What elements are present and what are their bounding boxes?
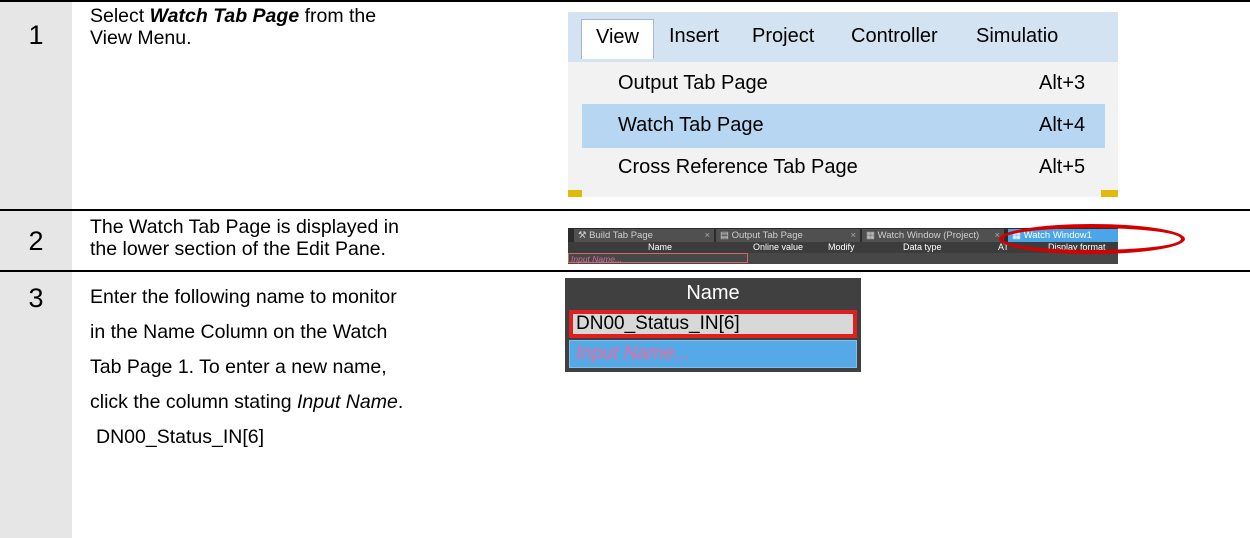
watch-icon: ▦ <box>866 230 878 241</box>
step-3-line-2: in the Name Column on the Watch <box>90 321 388 343</box>
step-number: 3 <box>28 283 44 313</box>
menu-item-shortcut: Alt+3 <box>1039 72 1086 94</box>
background-edge <box>568 190 582 197</box>
step-1-line-2: View Menu. <box>90 27 192 49</box>
tab-label: Output Tab Page <box>731 230 803 241</box>
column-online-value[interactable]: Online value <box>753 242 803 253</box>
menu-controller[interactable]: Controller <box>851 25 938 48</box>
tab-output[interactable]: ▤ Output Tab Page × <box>716 229 860 242</box>
close-icon[interactable]: × <box>704 229 710 242</box>
step-number: 2 <box>28 226 44 256</box>
background-edge <box>1101 190 1118 197</box>
menu-item-shortcut: Alt+4 <box>1039 114 1086 136</box>
menu-item-reference: Watch Tab Page <box>149 5 300 27</box>
text-span: from the <box>299 5 377 27</box>
name-column-header: Name <box>686 282 740 304</box>
menu-insert[interactable]: Insert <box>669 25 719 48</box>
step-3-value: DN00_Status_IN[6] <box>96 426 265 448</box>
close-icon[interactable]: × <box>850 229 856 242</box>
text-span: . <box>397 391 404 413</box>
highlight-oval <box>999 224 1185 254</box>
input-name-cell[interactable]: Input Name... <box>568 253 748 264</box>
row-divider <box>0 270 1250 272</box>
tab-build[interactable]: ⚒ Build Tab Page × <box>574 229 714 242</box>
top-rule <box>0 0 1250 2</box>
wrench-icon: ⚒ <box>578 230 590 241</box>
input-row: Input Name... <box>568 253 1118 264</box>
menu-item-label: Cross Reference Tab Page <box>618 156 858 178</box>
tab-label: Build Tab Page <box>589 230 653 241</box>
step-3-description: Enter the following name to monitor in t… <box>90 280 403 455</box>
name-entry-cell[interactable]: DN00_Status_IN[6] <box>569 310 857 338</box>
text-span: Select <box>90 5 150 27</box>
column-data-type[interactable]: Data type <box>903 242 942 253</box>
step-1-line-1: Select Watch Tab Page from the <box>90 5 376 27</box>
step-1-description: Select Watch Tab Page from the View Menu… <box>90 5 376 49</box>
menu-item-label: Output Tab Page <box>618 72 768 94</box>
output-icon: ▤ <box>720 230 732 241</box>
menu-view[interactable]: View <box>581 19 654 59</box>
step-3-line-4: click the column stating Input Name. <box>90 385 403 420</box>
menu-item-output-tab-page[interactable]: Output Tab Page Alt+3 <box>568 62 1118 106</box>
tab-watch-window-project[interactable]: ▦ Watch Window (Project) × <box>862 229 1004 242</box>
input-name-reference: Input Name <box>297 391 398 413</box>
name-column-screenshot: Name DN00_Status_IN[6] Input Name... <box>565 278 861 372</box>
menu-item-cross-reference-tab-page[interactable]: Cross Reference Tab Page Alt+5 <box>568 146 1118 190</box>
row-divider <box>0 209 1250 211</box>
step-2-line-2: the lower section of the Edit Pane. <box>90 238 386 260</box>
column-modify[interactable]: Modify <box>828 242 855 253</box>
menu-item-watch-tab-page[interactable]: Watch Tab Page Alt+4 <box>582 104 1105 148</box>
view-menu-screenshot: View Insert Project Controller Simulatio… <box>568 12 1118 197</box>
text-span: click the column stating <box>90 391 298 413</box>
procedure-table: 1 Select Watch Tab Page from the View Me… <box>0 0 1250 538</box>
step-2-description: The Watch Tab Page is displayed in the l… <box>90 216 399 260</box>
step-2-line-1: The Watch Tab Page is displayed in <box>90 216 399 238</box>
menu-simulation[interactable]: Simulatio <box>976 25 1058 48</box>
menu-bar: View Insert Project Controller Simulatio <box>568 12 1118 62</box>
tab-label: Watch Window (Project) <box>877 230 980 241</box>
step-number: 1 <box>28 20 44 50</box>
step-3-line-3: Tab Page 1. To enter a new name, <box>90 356 387 378</box>
step-3-line-1: Enter the following name to monitor <box>90 286 397 308</box>
menu-item-label: Watch Tab Page <box>618 114 764 136</box>
input-name-cell[interactable]: Input Name... <box>569 340 857 368</box>
column-name[interactable]: Name <box>648 242 672 253</box>
menu-item-shortcut: Alt+5 <box>1039 156 1086 178</box>
menu-project[interactable]: Project <box>752 25 814 48</box>
